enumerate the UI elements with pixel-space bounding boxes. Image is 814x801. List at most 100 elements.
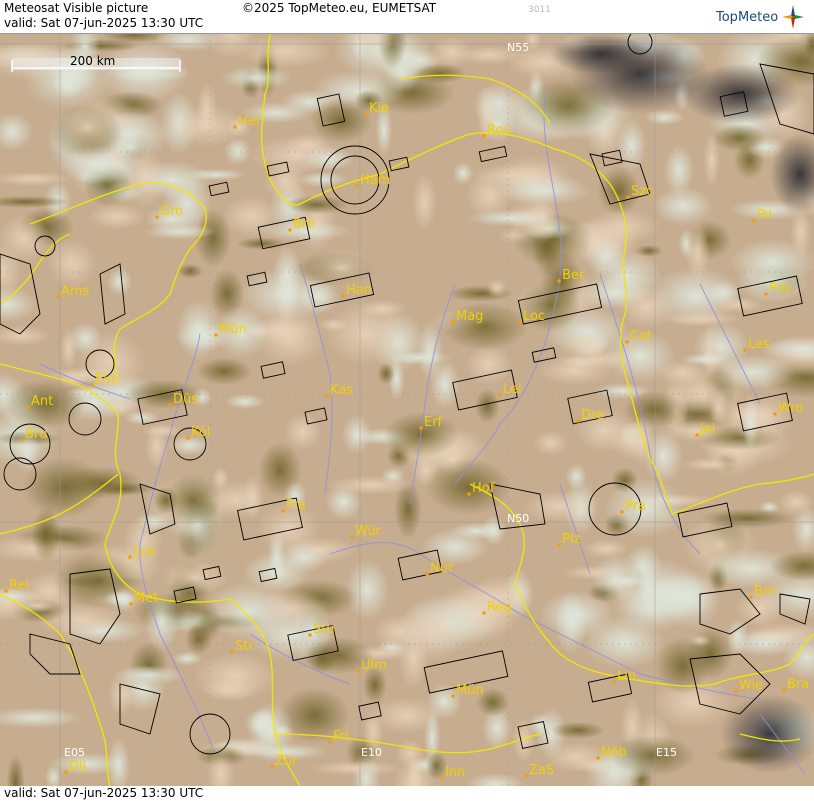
city-label: Pra bbox=[625, 499, 646, 514]
city-label: Mün bbox=[456, 683, 484, 698]
city-label: Köl bbox=[191, 425, 210, 440]
city-marker bbox=[451, 320, 455, 324]
city-marker bbox=[356, 669, 360, 673]
city-label: Szc bbox=[631, 184, 653, 199]
city-marker bbox=[4, 589, 8, 593]
city-label: Cot bbox=[630, 329, 652, 344]
map-footer: valid: Sat 07-jun-2025 13:30 UTC bbox=[0, 786, 814, 801]
city-marker bbox=[129, 602, 133, 606]
city-marker bbox=[518, 320, 522, 324]
city-label: Rei bbox=[9, 578, 29, 593]
city-label: Inn bbox=[445, 765, 465, 780]
city-marker bbox=[56, 295, 60, 299]
city-label: Loc bbox=[523, 309, 545, 324]
city-label: Ant bbox=[31, 394, 53, 409]
city-marker bbox=[482, 134, 486, 138]
city-marker bbox=[128, 555, 132, 559]
city-marker bbox=[524, 774, 528, 778]
city-label: Brn bbox=[754, 584, 776, 599]
city-marker bbox=[576, 419, 580, 423]
city-marker bbox=[186, 436, 190, 440]
city-marker bbox=[482, 611, 486, 615]
city-marker bbox=[168, 403, 172, 407]
city-marker bbox=[308, 633, 312, 637]
city-marker bbox=[743, 348, 747, 352]
city-label: Mün bbox=[219, 322, 247, 337]
city-marker bbox=[328, 740, 332, 744]
city-label: Ros bbox=[487, 123, 510, 138]
city-label: Ber bbox=[562, 268, 585, 283]
scale-bar-label: 200 km bbox=[70, 54, 115, 68]
city-marker bbox=[557, 543, 561, 547]
city-label: ZaS bbox=[529, 763, 554, 778]
city-marker bbox=[467, 492, 471, 496]
city-label: Plz bbox=[562, 532, 580, 547]
city-marker bbox=[612, 680, 616, 684]
city-marker bbox=[90, 383, 94, 387]
city-marker bbox=[596, 756, 600, 760]
city-label: Wie bbox=[739, 678, 763, 693]
city-label: Wür bbox=[355, 524, 382, 539]
footer-valid-time: valid: Sat 07-jun-2025 13:30 UTC bbox=[4, 786, 204, 800]
city-label: Pil bbox=[757, 208, 772, 223]
city-marker bbox=[498, 393, 502, 397]
city-label: Bru bbox=[25, 427, 48, 442]
city-marker bbox=[233, 125, 237, 129]
city-label: Kas bbox=[330, 383, 353, 398]
city-label: Hel bbox=[238, 114, 259, 129]
city-marker bbox=[557, 279, 561, 283]
city-label: Poz bbox=[769, 281, 791, 296]
city-label: Wro bbox=[778, 401, 803, 416]
city-label: Mag bbox=[456, 309, 483, 324]
city-label: Reg bbox=[487, 600, 512, 615]
city-marker bbox=[270, 765, 274, 769]
city-label: Kie bbox=[369, 101, 389, 116]
city-marker bbox=[355, 184, 359, 188]
valid-time: valid: Sat 07-jun-2025 13:30 UTC bbox=[4, 16, 204, 30]
city-marker bbox=[64, 770, 68, 774]
city-marker bbox=[425, 572, 429, 576]
city-label: Les bbox=[748, 337, 770, 352]
city-label: Lei bbox=[503, 382, 522, 397]
city-marker bbox=[440, 776, 444, 780]
grid-label-e15: E15 bbox=[656, 746, 677, 759]
city-marker bbox=[451, 694, 455, 698]
city-marker bbox=[288, 228, 292, 232]
logo-text: TopMeteo bbox=[716, 9, 779, 25]
city-marker bbox=[341, 294, 345, 298]
city-label: Ams bbox=[61, 284, 90, 299]
city-marker bbox=[782, 688, 786, 692]
city-label: Met bbox=[134, 591, 158, 606]
city-label: Ham bbox=[360, 173, 390, 188]
city-label: Ein bbox=[95, 372, 115, 387]
copyright-text: ©2025 TopMeteo.eu, EUMETSAT bbox=[242, 1, 437, 15]
city-label: Lux bbox=[133, 544, 156, 559]
city-marker bbox=[625, 340, 629, 344]
satellite-map[interactable]: 200 km N55 N50 E05 E10 E15 Hel Kie Ros Ham S… bbox=[0, 34, 814, 786]
city-label: Düs bbox=[173, 392, 198, 407]
city-marker bbox=[773, 412, 777, 416]
city-marker bbox=[620, 510, 624, 514]
grid-label-n50: N50 bbox=[507, 512, 529, 525]
city-label: Stu bbox=[313, 622, 335, 637]
city-marker bbox=[20, 438, 24, 442]
city-label: Ulm bbox=[361, 658, 387, 673]
city-marker bbox=[281, 509, 285, 513]
city-marker bbox=[764, 292, 768, 296]
city-marker bbox=[749, 595, 753, 599]
city-label: Hof bbox=[472, 481, 495, 496]
grid-label-n55: N55 bbox=[507, 41, 529, 54]
city-label: Fri bbox=[333, 729, 349, 744]
city-marker bbox=[155, 215, 159, 219]
city-marker bbox=[230, 650, 234, 654]
city-marker bbox=[695, 433, 699, 437]
city-label: Zür bbox=[275, 754, 298, 769]
city-label: Dre bbox=[581, 408, 604, 423]
compass-icon bbox=[782, 5, 805, 29]
city-label: Str bbox=[235, 639, 254, 654]
topmeteo-logo: TopMeteo bbox=[716, 4, 805, 30]
city-marker bbox=[626, 195, 630, 199]
grid-label-e05: E05 bbox=[64, 746, 85, 759]
city-label: Lin bbox=[617, 669, 636, 684]
map-header: Meteosat Visible picture valid: Sat 07-j… bbox=[0, 0, 814, 34]
